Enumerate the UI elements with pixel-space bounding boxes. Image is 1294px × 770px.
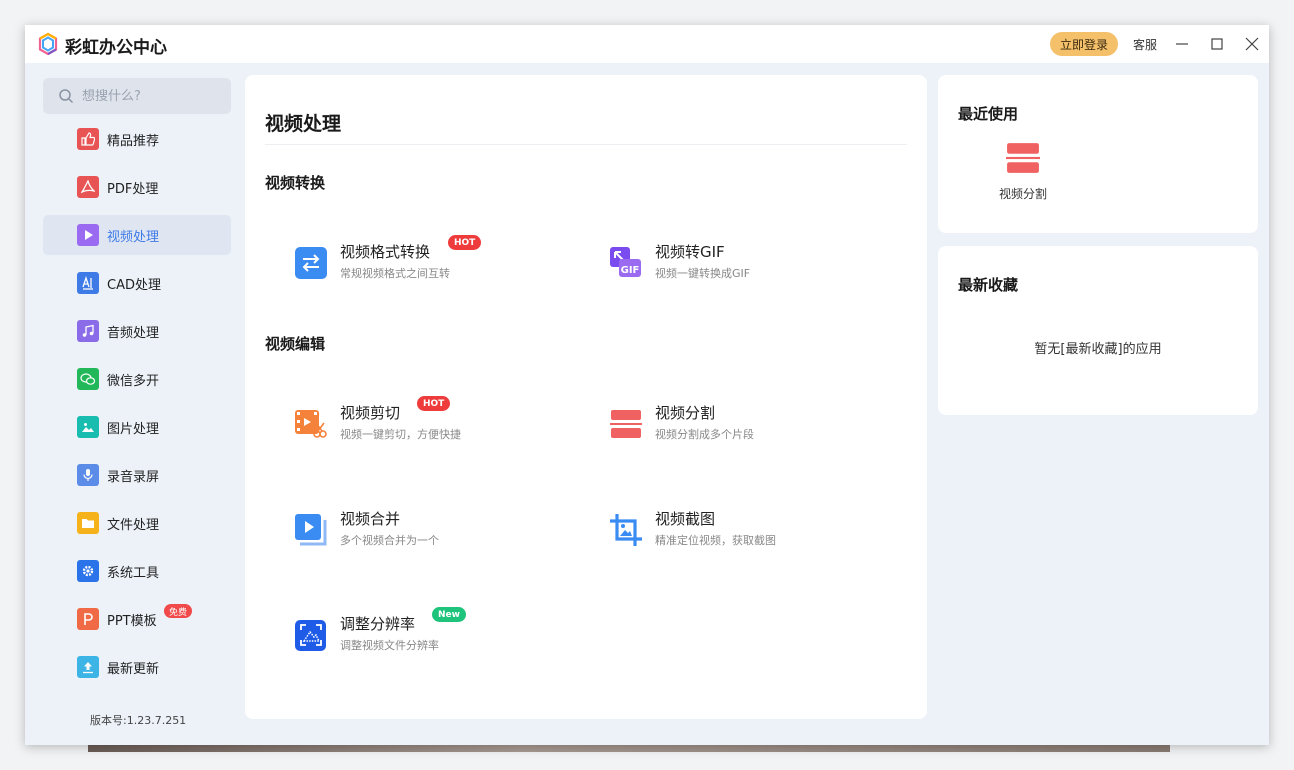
tool-name: 视频剪切 bbox=[340, 404, 401, 422]
thumbs-up-icon bbox=[77, 128, 99, 150]
sidebar-item-label: 图片处理 bbox=[107, 421, 160, 437]
recent-panel: 最近使用 视频分割 bbox=[938, 75, 1258, 233]
sidebar-item-label: 最新更新 bbox=[107, 661, 160, 677]
sidebar-item-video[interactable]: 视频处理 bbox=[43, 215, 231, 255]
rainbow-logo-icon bbox=[38, 32, 58, 56]
section-title-edit: 视频编辑 bbox=[265, 335, 326, 353]
sidebar-nav: 精品推荐 PDF处理 视频处理 CAD处理 音频处理 微信多开 图片处理 录音录… bbox=[43, 119, 231, 695]
recent-title: 最近使用 bbox=[958, 105, 1019, 123]
tool-name: 视频分割 bbox=[655, 404, 716, 422]
maximize-icon[interactable] bbox=[1209, 36, 1225, 52]
sidebar-item-updates[interactable]: 最新更新 bbox=[43, 647, 231, 687]
search-box[interactable] bbox=[43, 78, 231, 114]
gif-icon: GIF bbox=[610, 247, 641, 277]
version-label: 版本号:1.23.7.251 bbox=[90, 714, 187, 727]
sidebar-item-cad[interactable]: CAD处理 bbox=[43, 263, 231, 303]
tool-video-to-gif[interactable]: GIF 视频转GIF 视频一键转换成GIF bbox=[610, 241, 910, 285]
sidebar-item-ppt[interactable]: PPT模板 免费 bbox=[43, 599, 231, 639]
wechat-icon bbox=[77, 368, 99, 390]
tool-name: 视频格式转换 bbox=[340, 243, 431, 261]
cad-icon bbox=[77, 272, 99, 294]
free-badge: 免费 bbox=[164, 604, 193, 618]
image-icon bbox=[77, 416, 99, 438]
tool-name: 调整分辨率 bbox=[340, 615, 416, 633]
sidebar-item-recording[interactable]: 录音录屏 bbox=[43, 455, 231, 495]
sidebar-item-system[interactable]: 系统工具 bbox=[43, 551, 231, 591]
search-input[interactable] bbox=[82, 88, 222, 104]
scissors-film-icon bbox=[295, 410, 327, 438]
sidebar-item-wechat[interactable]: 微信多开 bbox=[43, 359, 231, 399]
folder-icon bbox=[77, 512, 99, 534]
resolution-icon bbox=[295, 620, 326, 651]
sidebar-item-image[interactable]: 图片处理 bbox=[43, 407, 231, 447]
split-icon bbox=[610, 410, 642, 438]
favorites-panel: 最新收藏 暂无[最新收藏]的应用 bbox=[938, 246, 1258, 415]
tool-desc: 精准定位视频，获取截图 bbox=[655, 534, 776, 547]
search-icon bbox=[59, 89, 74, 104]
tool-name: 视频截图 bbox=[655, 510, 716, 528]
merge-video-icon bbox=[295, 514, 327, 546]
sidebar-item-label: 视频处理 bbox=[107, 229, 160, 245]
recent-item-label: 视频分割 bbox=[998, 187, 1047, 201]
page-title: 视频处理 bbox=[265, 113, 342, 135]
gear-icon bbox=[77, 560, 99, 582]
tool-desc: 常规视频格式之间互转 bbox=[340, 267, 450, 280]
new-tag: New bbox=[432, 607, 466, 622]
sidebar-item-label: 精品推荐 bbox=[107, 133, 160, 149]
swap-arrows-icon bbox=[295, 247, 327, 279]
tool-video-format-convert[interactable]: 视频格式转换 HOT 常规视频格式之间互转 bbox=[295, 235, 595, 285]
sidebar-item-label: 系统工具 bbox=[107, 565, 160, 581]
sidebar-item-label: 录音录屏 bbox=[107, 469, 160, 485]
minimize-icon[interactable] bbox=[1174, 36, 1190, 52]
tool-video-cut[interactable]: 视频剪切 HOT 视频一键剪切，方便快捷 bbox=[295, 396, 595, 446]
video-play-icon bbox=[77, 224, 99, 246]
app-title: 彩虹办公中心 bbox=[65, 38, 167, 58]
sidebar-item-label: PPT模板 bbox=[107, 613, 157, 629]
tool-name: 视频转GIF bbox=[655, 243, 725, 261]
section-title-convert: 视频转换 bbox=[265, 174, 326, 192]
hot-tag: HOT bbox=[417, 396, 451, 411]
sidebar-item-recommended[interactable]: 精品推荐 bbox=[43, 119, 231, 159]
tool-video-split[interactable]: 视频分割 视频分割成多个片段 bbox=[610, 402, 910, 446]
sidebar-item-label: 微信多开 bbox=[107, 373, 160, 389]
hot-tag: HOT bbox=[448, 235, 482, 250]
sidebar-item-label: 音频处理 bbox=[107, 325, 160, 341]
close-icon[interactable] bbox=[1244, 36, 1260, 52]
sidebar-item-audio[interactable]: 音频处理 bbox=[43, 311, 231, 351]
upload-icon bbox=[77, 656, 99, 678]
pdf-icon bbox=[77, 176, 99, 198]
title-divider bbox=[265, 144, 907, 145]
sidebar-item-label: PDF处理 bbox=[107, 181, 159, 197]
microphone-icon bbox=[77, 464, 99, 486]
tool-video-screenshot[interactable]: 视频截图 精准定位视频，获取截图 bbox=[610, 508, 910, 552]
login-button[interactable]: 立即登录 bbox=[1050, 32, 1118, 56]
sidebar-item-label: CAD处理 bbox=[107, 277, 161, 293]
app-window: 彩虹办公中心 立即登录 客服 精品推荐 PD bbox=[25, 25, 1269, 745]
sidebar-item-pdf[interactable]: PDF处理 bbox=[43, 167, 231, 207]
favorites-title: 最新收藏 bbox=[958, 276, 1019, 294]
ppt-icon bbox=[77, 608, 99, 630]
sidebar-item-file[interactable]: 文件处理 bbox=[43, 503, 231, 543]
tool-desc: 视频分割成多个片段 bbox=[655, 428, 754, 441]
customer-service-link[interactable]: 客服 bbox=[1133, 36, 1157, 53]
title-bar: 彩虹办公中心 立即登录 客服 bbox=[25, 25, 1269, 63]
tool-desc: 视频一键剪切，方便快捷 bbox=[340, 428, 461, 441]
recent-item-video-split[interactable]: 视频分割 bbox=[988, 141, 1058, 205]
music-note-icon bbox=[77, 320, 99, 342]
favorites-empty-text: 暂无[最新收藏]的应用 bbox=[1034, 342, 1162, 357]
tool-desc: 调整视频文件分辨率 bbox=[340, 639, 439, 652]
tool-name: 视频合并 bbox=[340, 510, 401, 528]
crop-image-icon bbox=[610, 514, 642, 546]
split-icon bbox=[1006, 143, 1040, 173]
sidebar-item-label: 文件处理 bbox=[107, 517, 160, 533]
tool-desc: 多个视频合并为一个 bbox=[340, 534, 439, 547]
gif-icon-text: GIF bbox=[621, 265, 640, 276]
tool-adjust-resolution[interactable]: 调整分辨率 New 调整视频文件分辨率 bbox=[295, 607, 595, 657]
tool-video-merge[interactable]: 视频合并 多个视频合并为一个 bbox=[295, 508, 595, 552]
tool-desc: 视频一键转换成GIF bbox=[655, 267, 751, 280]
main-panel: 视频处理 视频转换 视频格式转换 HOT 常规视频格式之间互转 GIF 视频转G… bbox=[245, 75, 927, 719]
